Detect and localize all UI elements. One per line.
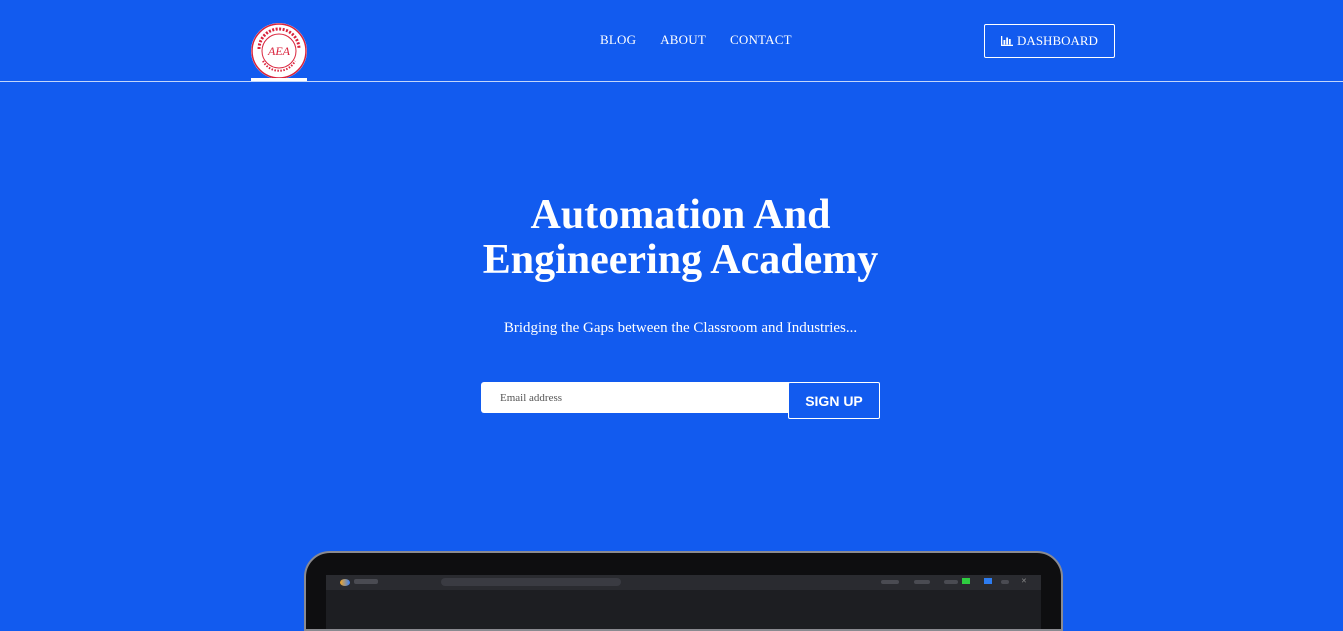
nav-contact-link[interactable]: CONTACT — [730, 32, 792, 48]
laptop-app-topbar: ✕ — [326, 575, 1041, 590]
app-menu-placeholder — [914, 580, 930, 584]
laptop-mockup-image: ✕ — [304, 551, 1063, 631]
logo-active-underline — [251, 78, 307, 81]
green-flag-icon — [962, 578, 970, 584]
bar-chart-icon — [1001, 36, 1014, 46]
main-nav: BLOG ABOUT CONTACT — [600, 32, 792, 48]
hero-title-line-1: Automation And — [530, 192, 831, 238]
dashboard-button[interactable]: DASHBOARD — [984, 24, 1115, 58]
app-menu-placeholder — [944, 580, 958, 584]
laptop-screen: ✕ — [326, 575, 1041, 629]
app-menu-placeholder — [1001, 580, 1009, 584]
app-menu-placeholder — [881, 580, 899, 584]
hero-title-line-2: Engineering Academy — [482, 237, 879, 283]
site-header: AEA BLOG ABOUT CONTACT DASHBOARD — [0, 0, 1343, 82]
blue-flag-icon — [984, 578, 992, 584]
app-search-bar — [441, 578, 621, 586]
academy-logo-emblem: AEA — [251, 23, 307, 79]
hero-subtitle: Bridging the Gaps between the Classroom … — [503, 320, 858, 336]
sign-up-button[interactable]: SIGN UP — [788, 382, 880, 419]
close-icon: ✕ — [1021, 577, 1027, 585]
dashboard-button-label: DASHBOARD — [1017, 33, 1098, 48]
academy-logo[interactable]: AEA — [251, 23, 307, 79]
nav-about-link[interactable]: ABOUT — [660, 32, 706, 48]
app-logo-icon — [340, 579, 350, 586]
nav-blog-link[interactable]: BLOG — [600, 32, 636, 48]
hero-title: Automation And Engineering Academy — [0, 193, 1343, 283]
email-input[interactable] — [481, 382, 789, 413]
app-name-placeholder — [354, 579, 378, 584]
svg-text:AEA: AEA — [267, 44, 291, 58]
